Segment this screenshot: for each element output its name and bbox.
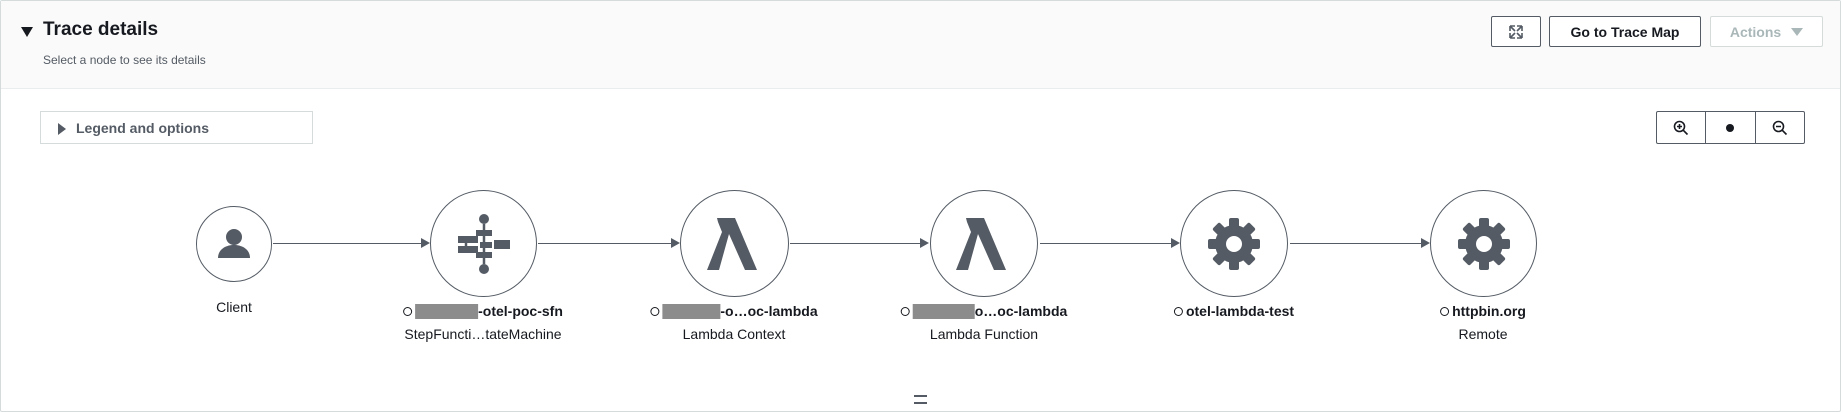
reset-zoom-button[interactable] (1706, 112, 1756, 143)
collapse-caret-icon[interactable] (21, 27, 33, 37)
actions-label: Actions (1729, 23, 1782, 40)
node-step-functions-type: StepFuncti…tateMachine (404, 326, 562, 342)
page-title[interactable]: Trace details (43, 19, 158, 41)
edge-sfn-lambda-context (538, 243, 673, 244)
node-name-suffix: -otel-poc-sfn (478, 303, 563, 319)
gear-icon (1208, 217, 1260, 270)
arrowhead-icon (671, 238, 680, 248)
resize-handle-icon[interactable] (914, 395, 927, 404)
node-name-text: otel-lambda-test (1185, 303, 1295, 319)
legend-and-options-expander[interactable]: Legend and options (40, 111, 313, 144)
node-httpbin[interactable] (1430, 190, 1537, 297)
edge-otel-httpbin (1290, 243, 1423, 244)
node-name-suffix: o…oc-lambda (974, 303, 1068, 319)
zoom-in-button[interactable] (1657, 112, 1707, 143)
node-lambda-context[interactable] (680, 190, 789, 297)
node-lambda-function-type: Lambda Function (929, 326, 1039, 342)
legend-label: Legend and options (76, 120, 209, 136)
redacted-block (415, 303, 479, 319)
user-icon (218, 229, 250, 258)
zoom-controls (1656, 111, 1805, 144)
node-lambda-context-type: Lambda Context (682, 326, 786, 342)
zoom-in-icon (1673, 120, 1689, 135)
trace-details-panel: Trace details Select a node to see its d… (0, 0, 1841, 412)
lambda-icon (706, 217, 757, 270)
node-client[interactable] (196, 206, 272, 282)
arrowhead-icon (1421, 238, 1430, 248)
status-circle-icon (1440, 306, 1450, 316)
edge-lambda-context-lambda-function (790, 243, 922, 244)
node-step-functions[interactable] (430, 190, 537, 297)
node-step-functions-name: -otel-poc-sfn (403, 303, 563, 319)
page-subtitle: Select a node to see its details (43, 53, 206, 67)
actions-dropdown[interactable]: Actions (1710, 16, 1823, 47)
node-name-text: httpbin.org (1452, 303, 1526, 319)
edge-lambda-function-otel (1040, 243, 1173, 244)
node-name-suffix: -o…oc-lambda (720, 303, 818, 319)
node-lambda-function-name: o…oc-lambda (900, 303, 1068, 319)
status-circle-icon (650, 306, 660, 316)
arrowhead-icon (1171, 238, 1180, 248)
status-circle-icon (900, 306, 910, 316)
panel-header: Trace details Select a node to see its d… (1, 1, 1840, 89)
chevron-down-icon (1791, 27, 1804, 36)
arrowhead-icon (920, 238, 929, 248)
node-otel-lambda-test[interactable] (1180, 190, 1288, 297)
node-httpbin-type: Remote (1458, 326, 1508, 342)
arrowhead-icon (421, 238, 430, 248)
expand-caret-icon (58, 123, 66, 135)
lambda-icon (956, 217, 1006, 270)
node-lambda-function[interactable] (930, 190, 1038, 297)
node-client-label: Client (216, 299, 252, 315)
status-circle-icon (1173, 306, 1183, 316)
status-circle-icon (403, 306, 413, 316)
redacted-block (912, 303, 975, 319)
expand-icon (1509, 24, 1523, 39)
reset-dot-icon (1726, 123, 1735, 132)
node-otel-lambda-test-name: otel-lambda-test (1173, 303, 1295, 319)
zoom-out-button[interactable] (1756, 112, 1804, 143)
node-lambda-context-name: -o…oc-lambda (650, 303, 818, 319)
gear-icon (1457, 217, 1510, 270)
go-to-trace-map-button[interactable]: Go to Trace Map (1549, 16, 1701, 47)
fullscreen-button[interactable] (1491, 16, 1541, 47)
redacted-block (662, 303, 721, 319)
step-functions-icon (457, 213, 510, 274)
node-httpbin-name: httpbin.org (1440, 303, 1526, 319)
edge-client-sfn (273, 243, 423, 244)
zoom-out-icon (1772, 120, 1787, 135)
